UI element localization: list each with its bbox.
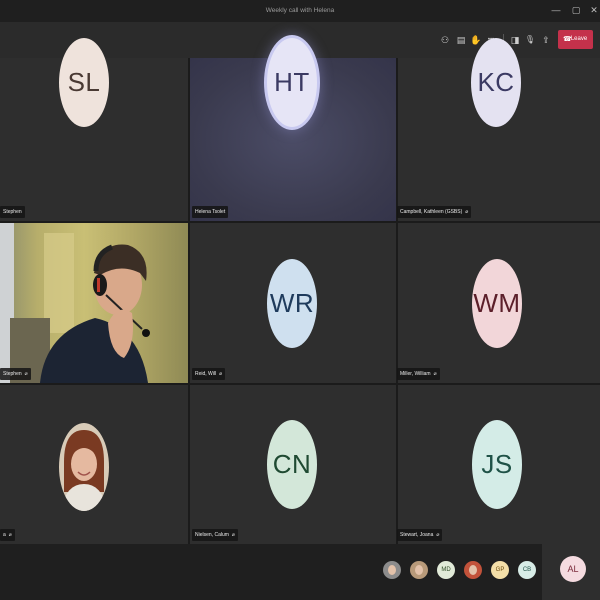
participants-icon[interactable]: ⚇ [438,33,452,47]
avatar-initials: CN [267,420,317,509]
chat-icon[interactable]: ▤ [454,33,468,47]
roster-initials-avatar[interactable]: MD [437,561,455,579]
participant-name: Miller, William [400,371,431,377]
mic-off-icon: ⌀ [436,532,440,538]
participant-name: Campbell, Kathleen (GSBS) [400,209,463,215]
participant-name-tag: Nielsen, Calum ⌀ [192,529,238,541]
phone-icon: ☎ [563,36,572,43]
roster-face-shape [469,565,477,575]
self-preview[interactable]: AL [542,544,600,600]
tile-overlays: SL Stephen HT Helena Tsolet KC Campbell, Kath… [0,38,600,544]
participant-name-tag: Miller, William ⌀ [397,368,440,380]
roster-initials-avatar[interactable]: CB [518,561,536,579]
maximize-button[interactable]: ▢ [570,4,582,16]
mic-off-icon: ⌀ [8,532,12,538]
participant-name: Reid, Will [195,371,217,377]
avatar-initials: WR [267,259,317,348]
participant-name-tag: Stephen ⌀ [0,368,31,380]
participant-name-tag: Reid, Will ⌀ [192,368,226,380]
avatar-initials: JS [472,420,522,509]
mic-off-icon: ⌀ [231,532,235,538]
roster-photo-avatar[interactable] [383,561,401,579]
participant-name-tag: Stephen [0,206,25,218]
participant-name: a [3,532,6,538]
participant-name: Stephen [3,209,22,215]
participant-name: Helena Tsolet [195,209,226,215]
minimize-button[interactable]: — [550,4,562,16]
roster-face-shape [415,565,423,575]
mic-off-icon: ⌀ [219,371,223,377]
close-button[interactable]: ✕ [588,4,600,16]
participant-name: Stephen [3,371,22,377]
share-screen-icon[interactable]: ⇪ [539,33,553,47]
window-title: Weekly call with Helena [265,7,335,14]
roster-face-shape [388,565,396,575]
self-avatar: AL [560,556,586,582]
participant-name-tag: Campbell, Kathleen (GSBS) ⌀ [397,206,472,218]
avatar-initials: SL [59,38,109,127]
window-title-bar: Weekly call with Helena — ▢ ✕ [0,0,600,22]
roster-avatars: MD GP CB [0,544,542,600]
avatar-initials: KC [471,38,521,127]
participant-name-tag: Stewart, Joana ⌀ [397,529,443,541]
mic-off-icon: ⌀ [433,371,437,377]
roster-initials-avatar[interactable]: GP [491,561,509,579]
avatar-initials: HT [267,38,317,127]
participant-name: Stewart, Joana [400,532,434,538]
roster-photo-avatar[interactable] [410,561,428,579]
participant-name-tag: Helena Tsolet [192,206,229,218]
participant-name: Nielsen, Calum [195,532,229,538]
mic-off-icon: ⌀ [465,209,469,215]
leave-button[interactable]: ☎ Leave [558,30,593,49]
mic-off-icon: ⌀ [24,371,28,377]
participant-name-tag: a ⌀ [0,529,15,541]
mic-icon[interactable]: 🎙 [523,33,537,47]
roster-photo-avatar[interactable] [464,561,482,579]
leave-label: Leave [570,36,588,42]
avatar-initials: WM [472,259,522,348]
